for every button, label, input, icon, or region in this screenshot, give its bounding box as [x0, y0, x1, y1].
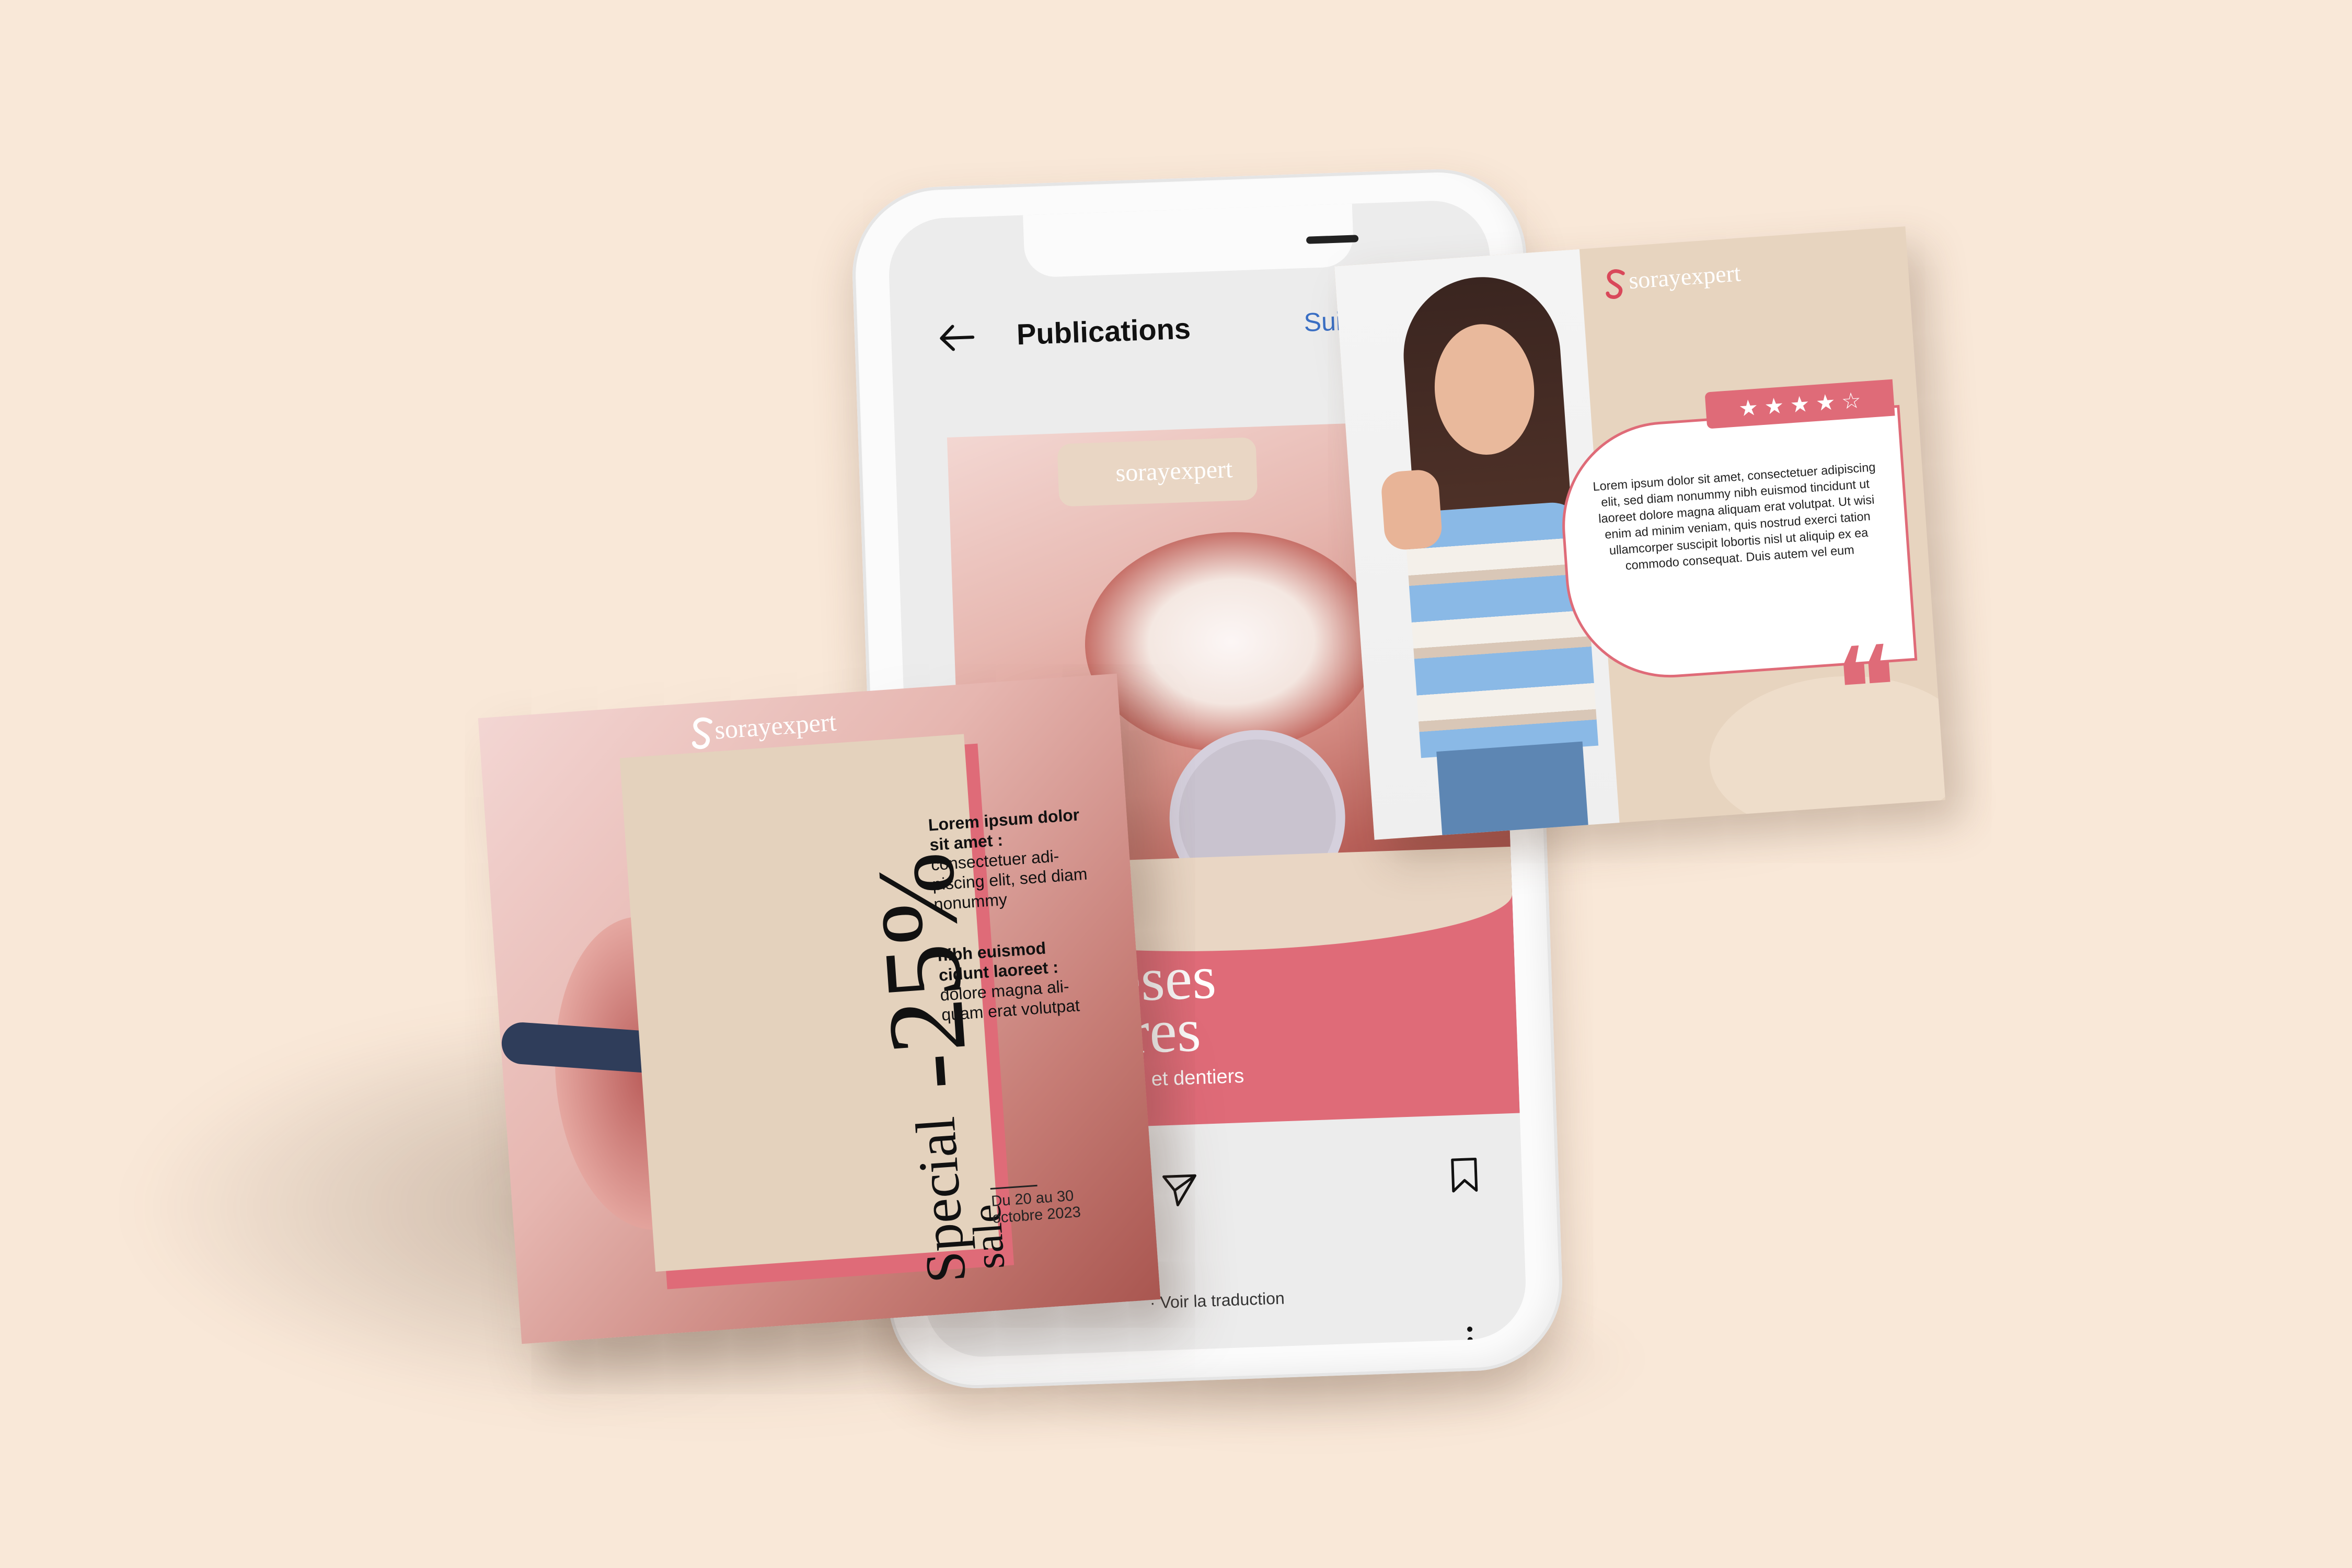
bookmark-icon[interactable] [1448, 1156, 1481, 1194]
post-logo: sorayexpert [1057, 437, 1258, 507]
review-text: Lorem ipsum dolor sit amet, consectetuer… [1592, 460, 1876, 573]
translate-link-label: Voir la traduction [1159, 1288, 1285, 1312]
promo-text-block-2: nibh euismod cidunt laoreet : dolore mag… [937, 934, 1104, 1024]
phone-notch [1023, 203, 1359, 278]
page-title: Publications [1016, 312, 1191, 351]
more-options-icon[interactable] [1465, 1324, 1476, 1356]
promo-card: sorayexpert Special sale -25% Lorem ipsu… [478, 673, 1161, 1344]
post-logo-text: sorayexpert [1115, 455, 1233, 487]
promo-block2-text: dolore magna ali-quam erat volutpat [939, 976, 1081, 1024]
thumbs-up-hand [1380, 468, 1443, 551]
mockup-stage: Publications Suivre sorayexpert thèses t… [0, 0, 2352, 1568]
review-logo: sorayexpert [1628, 259, 1742, 294]
promo-text-block-1: Lorem ipsum dolor sit amet : consectetue… [928, 804, 1096, 914]
promo-date: Du 20 au 30 octobre 2023 [990, 1187, 1081, 1227]
promo-block2-bold: nibh euismod cidunt laoreet : [937, 938, 1059, 985]
brand-logo-icon [1606, 269, 1625, 299]
promo-block1-text: consectetuer adi-piscing elit, sed diam … [930, 846, 1088, 914]
back-arrow-icon[interactable] [938, 324, 975, 351]
promo-logo: sorayexpert [713, 707, 837, 745]
woman-jeans [1436, 741, 1590, 840]
quote-icon: ❝ [1831, 624, 1902, 756]
send-icon[interactable] [1161, 1171, 1198, 1209]
promo-panel: Special sale -25% Lorem ipsum dolor sit … [619, 734, 1088, 1285]
swirl-decoration [1704, 667, 1946, 840]
special-label: Special [904, 1114, 978, 1285]
speaker-grille [1306, 235, 1359, 244]
review-card: sorayexpert ★ ★ ★ ★ ☆ Lorem ipsum dolor … [1334, 226, 1946, 840]
translate-link[interactable]: · Voir la traduction [1149, 1288, 1285, 1312]
